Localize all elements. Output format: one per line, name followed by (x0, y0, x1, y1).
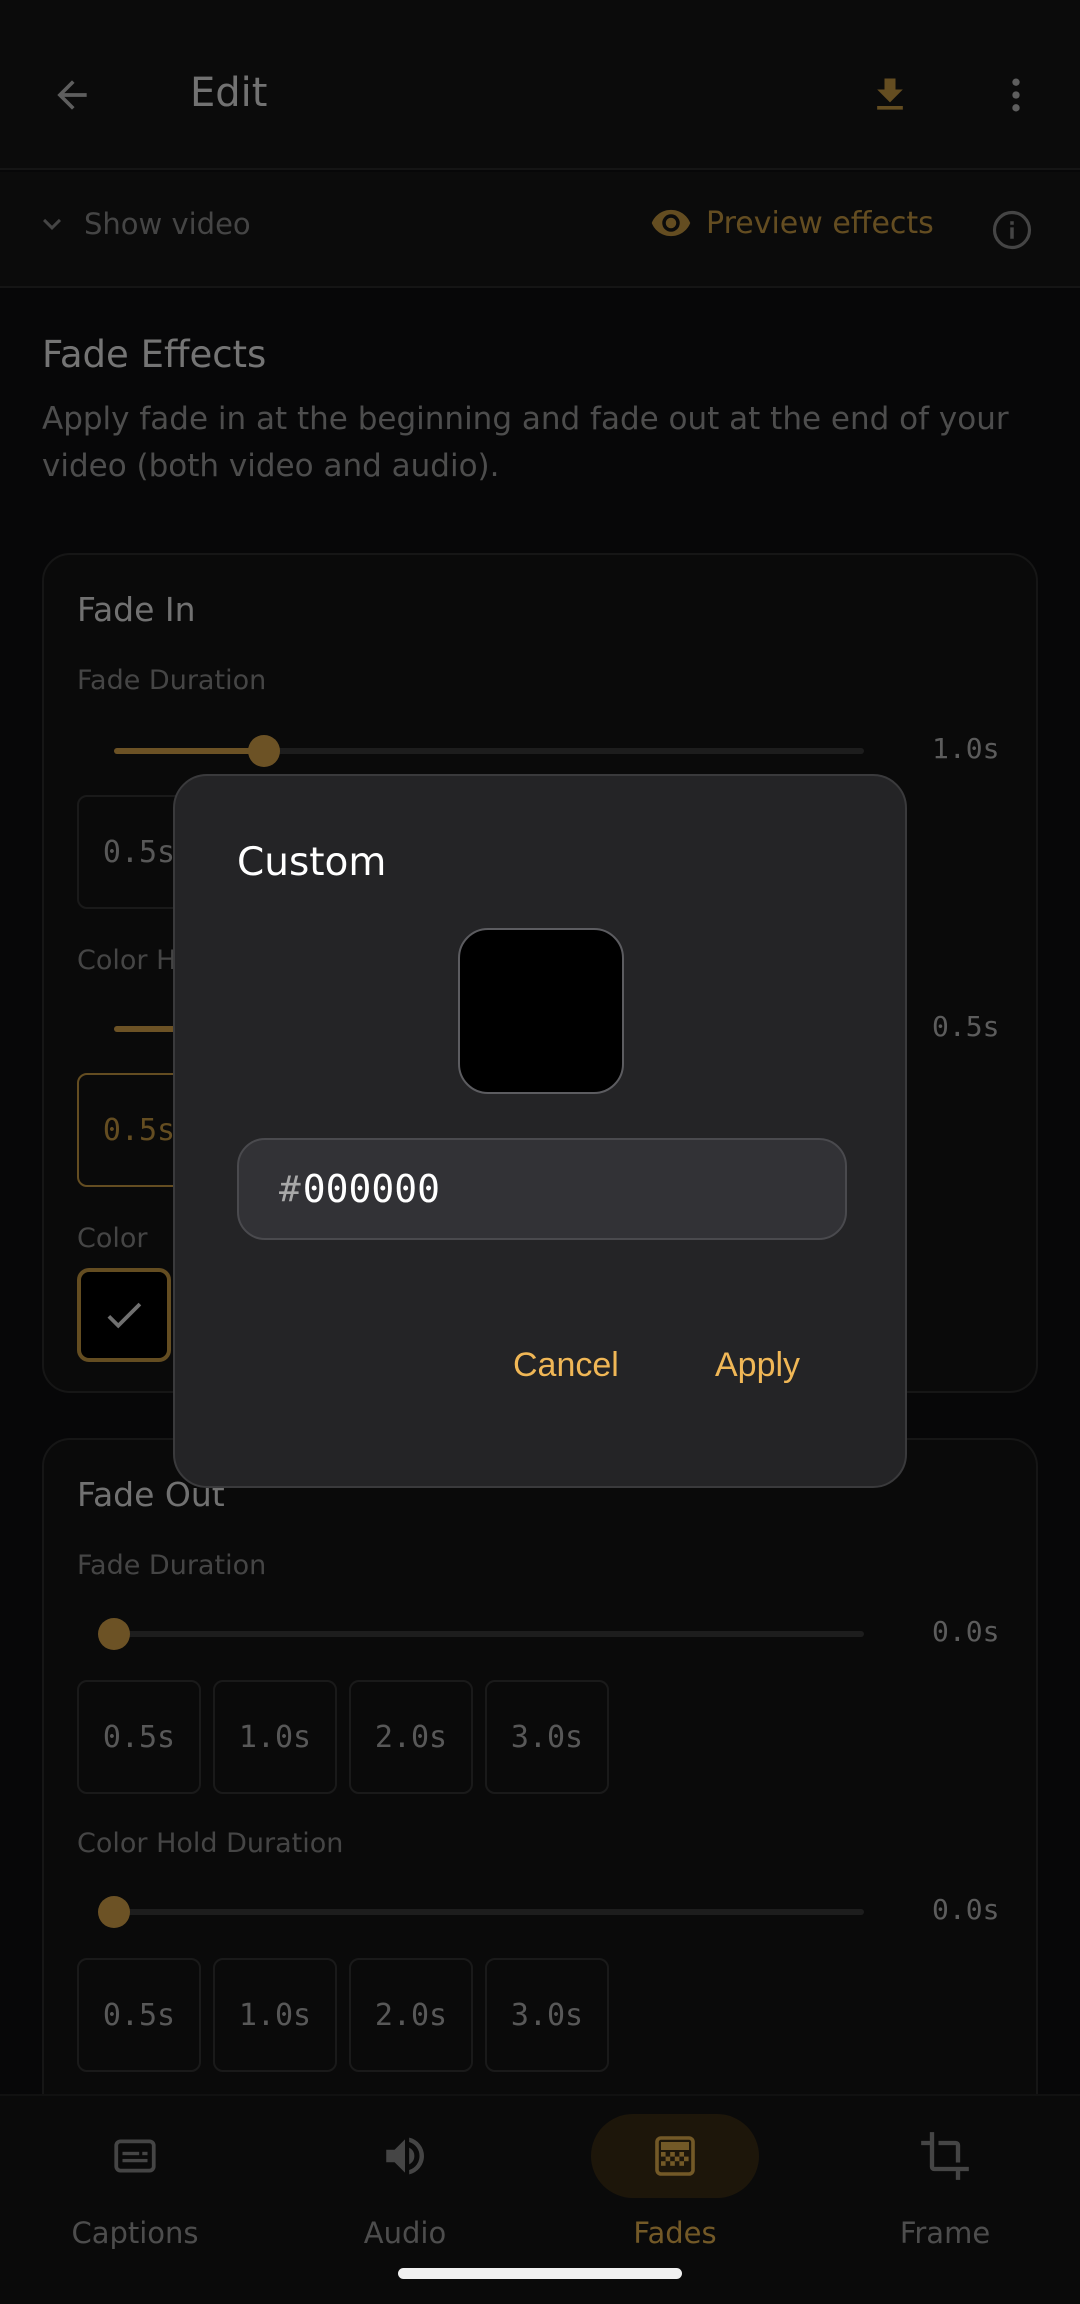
color-preview-swatch (458, 928, 624, 1094)
hex-color-input[interactable] (302, 1167, 803, 1211)
hex-prefix: # (279, 1168, 301, 1210)
dialog-title: Custom (237, 840, 387, 885)
home-indicator[interactable] (398, 2268, 682, 2279)
custom-color-dialog: Custom # Cancel Apply (173, 774, 907, 1488)
apply-button[interactable]: Apply (715, 1346, 800, 1385)
hex-color-field[interactable]: # (237, 1138, 847, 1240)
cancel-button[interactable]: Cancel (513, 1346, 619, 1385)
